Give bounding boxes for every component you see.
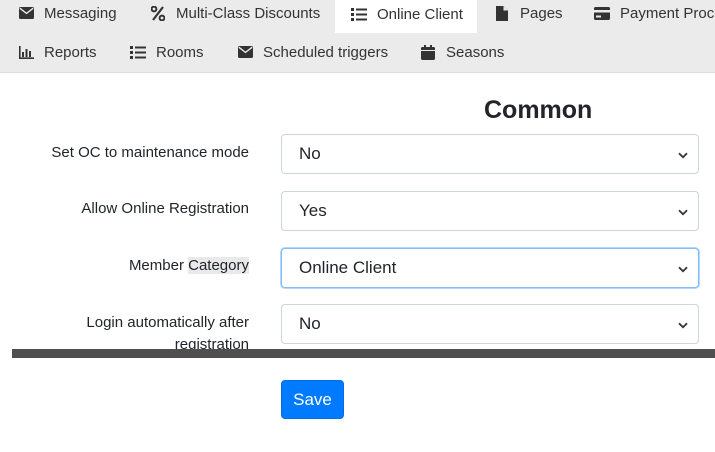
chevron-down-icon	[678, 258, 688, 278]
select-value: Online Client	[299, 258, 397, 277]
settings-tab-bar: Messaging Multi-Class Discounts Online C…	[0, 0, 715, 73]
member-category-select[interactable]: Online Client	[281, 248, 699, 288]
tab-payment-processing[interactable]: Payment Proce	[584, 0, 715, 30]
tab-label: Pages	[520, 4, 563, 22]
chevron-down-icon	[678, 144, 688, 164]
file-icon	[494, 5, 510, 21]
tab-reports[interactable]: Reports	[8, 35, 107, 69]
highlighted-text: Category	[188, 257, 249, 274]
select-value: No	[299, 144, 321, 163]
horizontal-scrollbar[interactable]	[12, 349, 715, 358]
tab-label: Rooms	[156, 43, 204, 61]
chevron-down-icon	[678, 201, 688, 221]
tab-online-client[interactable]: Online Client	[335, 0, 477, 33]
member-category-label: Member Category	[129, 255, 249, 277]
maintenance-mode-label: Set OC to maintenance mode	[51, 144, 249, 161]
credit-card-icon	[594, 5, 610, 21]
tab-label: Seasons	[446, 43, 505, 61]
online-registration-select[interactable]: Yes	[281, 191, 699, 231]
tab-label: Messaging	[44, 4, 117, 22]
tab-label: Payment Proce	[620, 4, 715, 22]
label-line: Login automatically after	[86, 314, 249, 331]
tab-rooms[interactable]: Rooms	[120, 35, 214, 69]
list-icon	[351, 7, 367, 23]
tab-seasons[interactable]: Seasons	[410, 35, 514, 69]
envelope-icon	[18, 5, 34, 21]
tab-pages[interactable]: Pages	[484, 0, 573, 30]
tab-messaging[interactable]: Messaging	[8, 0, 127, 30]
auto-login-select[interactable]: No	[281, 304, 699, 344]
percent-icon	[150, 5, 166, 21]
section-title: Common	[484, 96, 593, 124]
tab-multi-class-discounts[interactable]: Multi-Class Discounts	[140, 0, 330, 30]
tab-label: Reports	[44, 43, 97, 61]
envelope-icon	[237, 44, 253, 60]
calendar-icon	[420, 44, 436, 60]
list-icon	[130, 44, 146, 60]
save-button[interactable]: Save	[281, 380, 344, 419]
select-value: No	[299, 314, 321, 333]
maintenance-mode-select[interactable]: No	[281, 134, 699, 174]
tab-label: Online Client	[377, 6, 463, 23]
select-value: Yes	[299, 201, 327, 220]
online-registration-label: Allow Online Registration	[81, 200, 249, 217]
tab-label: Scheduled triggers	[263, 43, 389, 61]
tab-label: Multi-Class Discounts	[176, 4, 321, 22]
bar-chart-icon	[18, 44, 34, 60]
chevron-down-icon	[678, 314, 688, 334]
tab-scheduled-triggers[interactable]: Scheduled triggers	[227, 35, 398, 69]
label-text: Member	[128, 257, 189, 274]
